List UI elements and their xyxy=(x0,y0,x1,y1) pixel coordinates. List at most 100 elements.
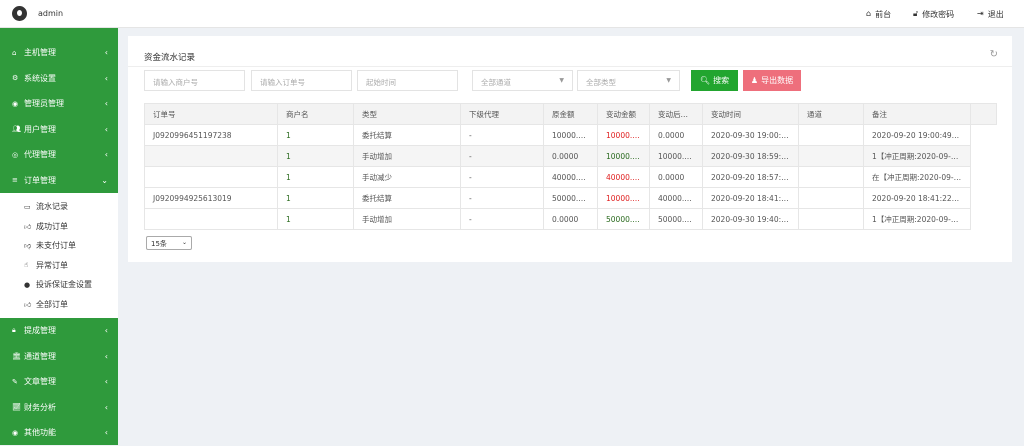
lock-icon: 🔓︎ xyxy=(913,9,919,18)
merchant-input[interactable]: 请输入商户号 xyxy=(144,70,245,91)
refresh-icon[interactable]: ↻ xyxy=(990,49,998,60)
table-cell: 10000.0... xyxy=(543,124,598,146)
avatar[interactable] xyxy=(12,6,27,21)
sidebar-item-5[interactable]: ≡ 订单管理 ⌄ xyxy=(0,168,118,194)
caret-down-icon: ▼ xyxy=(559,77,564,84)
submenu-item-5[interactable]: 👍︎ 全部订单 xyxy=(0,295,118,315)
start-time-input[interactable]: 起始时间 xyxy=(357,70,458,91)
table-cell: 10000.0... xyxy=(597,187,650,209)
column-header[interactable] xyxy=(970,103,997,125)
table-cell: J0920994925613019 xyxy=(144,187,278,209)
table-row: 1 手动增加 -0.0000 50000.0... 50000.0... 2020-09-… xyxy=(144,208,997,230)
column-header[interactable]: 变动时间 xyxy=(702,103,799,125)
table-row: 1 手动减少 -40000.0... 40000.0... 0.0000 2020-09-… xyxy=(144,166,997,188)
chevron-left-icon: ‹ xyxy=(104,99,108,109)
submenu-item-4[interactable]: ● 投诉保证金设置 xyxy=(0,275,118,295)
table-cell: - xyxy=(460,145,544,167)
divider xyxy=(128,66,1012,67)
sidebar-item-3[interactable]: 👥︎ 用户管理 ‹ xyxy=(0,117,118,143)
list-icon: ≡ xyxy=(12,176,18,185)
thumbs-up-icon: 👍︎ xyxy=(24,222,32,231)
submenu: ▭ 流水记录 👍︎ 成功订单 👎︎ 未支付订单 ☝ 异常订单 ● 投诉保证金设置 👍︎ 全部订单 xyxy=(0,193,118,318)
table-cell: 50000.0... xyxy=(597,208,650,230)
submenu-item-0[interactable]: ▭ 流水记录 xyxy=(0,197,118,217)
table-cell xyxy=(144,166,278,188)
thumbs-up-icon: 👍︎ xyxy=(24,300,32,309)
table-cell: - xyxy=(460,166,544,188)
sidebar-item-0[interactable]: 🔒︎ 提成管理 ‹ xyxy=(0,318,118,344)
table-row: 1 手动增加 -0.0000 10000.0... 10000.0... 2020-09-… xyxy=(144,145,997,167)
chevron-down-icon: ⌄ xyxy=(181,239,187,246)
user-icon: ♟ xyxy=(750,76,759,85)
table-cell: 1【冲正周期:2020-09-20】 xyxy=(863,145,971,167)
table-cell: 在【冲正周期:2020-09-2... xyxy=(863,166,971,188)
table-cell: 1 xyxy=(277,208,354,230)
eye-icon: ◎ xyxy=(12,150,19,159)
sidebar-item-1[interactable]: 🏛︎ 通道管理 ‹ xyxy=(0,344,118,370)
submenu-item-2[interactable]: 👎︎ 未支付订单 xyxy=(0,236,118,256)
caret-down-icon: ▼ xyxy=(666,77,671,84)
sidebar-item-2[interactable]: ◉ 管理员管理 ‹ xyxy=(0,91,118,117)
flow-table: 订单号 商户名 类型 下级代理 原金额 变动金额 变动后金额 变动时间 通道 备注 J092099… xyxy=(144,103,997,230)
column-header[interactable]: 类型 xyxy=(353,103,461,125)
column-header[interactable]: 备注 xyxy=(863,103,971,125)
submenu-item-3[interactable]: ☝ 异常订单 xyxy=(0,256,118,276)
user-circle-icon: ◉ xyxy=(12,99,19,108)
chevron-left-icon: ‹ xyxy=(104,351,108,361)
username[interactable]: admin xyxy=(38,9,63,18)
chevron-left-icon: ‹ xyxy=(104,48,108,58)
column-header[interactable]: 通道 xyxy=(798,103,864,125)
table-cell: 0.0000 xyxy=(543,145,598,167)
table-cell: 2020-09-20 18:57:58 xyxy=(702,166,799,188)
edit-icon: ✎ xyxy=(12,377,18,386)
table-cell: 委托结算 xyxy=(353,187,461,209)
table-row: J0920996451197238 1 委托结算 -10000.0... 10000.0… xyxy=(144,124,997,146)
channel-select[interactable]: 全部通道 ▼ xyxy=(472,70,573,91)
chevron-left-icon: ‹ xyxy=(104,124,108,134)
table-cell: 50000.0... xyxy=(543,187,598,209)
page-size-select[interactable]: 15条 ⌄ xyxy=(146,236,192,250)
table-cell: 手动增加 xyxy=(353,208,461,230)
table-cell: - xyxy=(460,208,544,230)
search-button[interactable]: 🔍︎ 搜索 xyxy=(691,70,738,91)
sidebar-item-4[interactable]: ◎ 代理管理 ‹ xyxy=(0,142,118,168)
table-cell: 40000.0... xyxy=(649,187,703,209)
submenu-item-1[interactable]: 👍︎ 成功订单 xyxy=(0,217,118,237)
table-cell: 手动增加 xyxy=(353,145,461,167)
table-cell: 委托结算 xyxy=(353,124,461,146)
chevron-left-icon: ‹ xyxy=(104,73,108,83)
table-cell: 手动减少 xyxy=(353,166,461,188)
front-link[interactable]: ⌂ 前台 xyxy=(866,9,891,20)
change-password-link[interactable]: 🔓︎ 修改密码 xyxy=(913,9,954,20)
table-cell: J0920996451197238 xyxy=(144,124,278,146)
column-header[interactable]: 原金额 xyxy=(543,103,598,125)
user-circle-icon: ◉ xyxy=(12,428,19,437)
column-header[interactable]: 变动金额 xyxy=(597,103,650,125)
logout-link[interactable]: ⇥ 退出 xyxy=(977,9,1004,20)
bank-icon: 🏛︎ xyxy=(12,352,21,361)
search-icon: 🔍︎ xyxy=(699,76,711,85)
table-cell: 2020-09-30 19:40:36 xyxy=(702,208,799,230)
table-cell: 2020-09-30 18:59:04 xyxy=(702,145,799,167)
column-header[interactable]: 下级代理 xyxy=(460,103,544,125)
column-header[interactable]: 商户名 xyxy=(277,103,354,125)
gears-icon: ⚙ xyxy=(12,74,19,83)
table-cell: 0.0000 xyxy=(649,124,703,146)
home-icon: ⌂ xyxy=(866,9,872,18)
type-select[interactable]: 全部类型 ▼ xyxy=(577,70,680,91)
sidebar-item-1[interactable]: ⚙ 系统设置 ‹ xyxy=(0,66,118,92)
sidebar-item-4[interactable]: ◉ 其他功能 ‹ xyxy=(0,420,118,446)
table-cell: 1 xyxy=(277,124,354,146)
sidebar-item-0[interactable]: ⌂ 主机管理 ‹ xyxy=(0,40,118,66)
lock-icon: 🔒︎ xyxy=(12,326,16,335)
column-header[interactable]: 订单号 xyxy=(144,103,278,125)
table-cell: 1 xyxy=(277,166,354,188)
order-input[interactable]: 请输入订单号 xyxy=(251,70,352,91)
table-cell xyxy=(798,187,864,209)
table-cell: 40000.0... xyxy=(543,166,598,188)
page-title: 资金流水记录 xyxy=(144,53,196,63)
column-header[interactable]: 变动后金额 xyxy=(649,103,703,125)
sidebar-item-2[interactable]: ✎ 文章管理 ‹ xyxy=(0,369,118,395)
export-button[interactable]: ♟ 导出数据 xyxy=(743,70,801,91)
sidebar-item-3[interactable]: 📈︎ 财务分析 ‹ xyxy=(0,395,118,421)
